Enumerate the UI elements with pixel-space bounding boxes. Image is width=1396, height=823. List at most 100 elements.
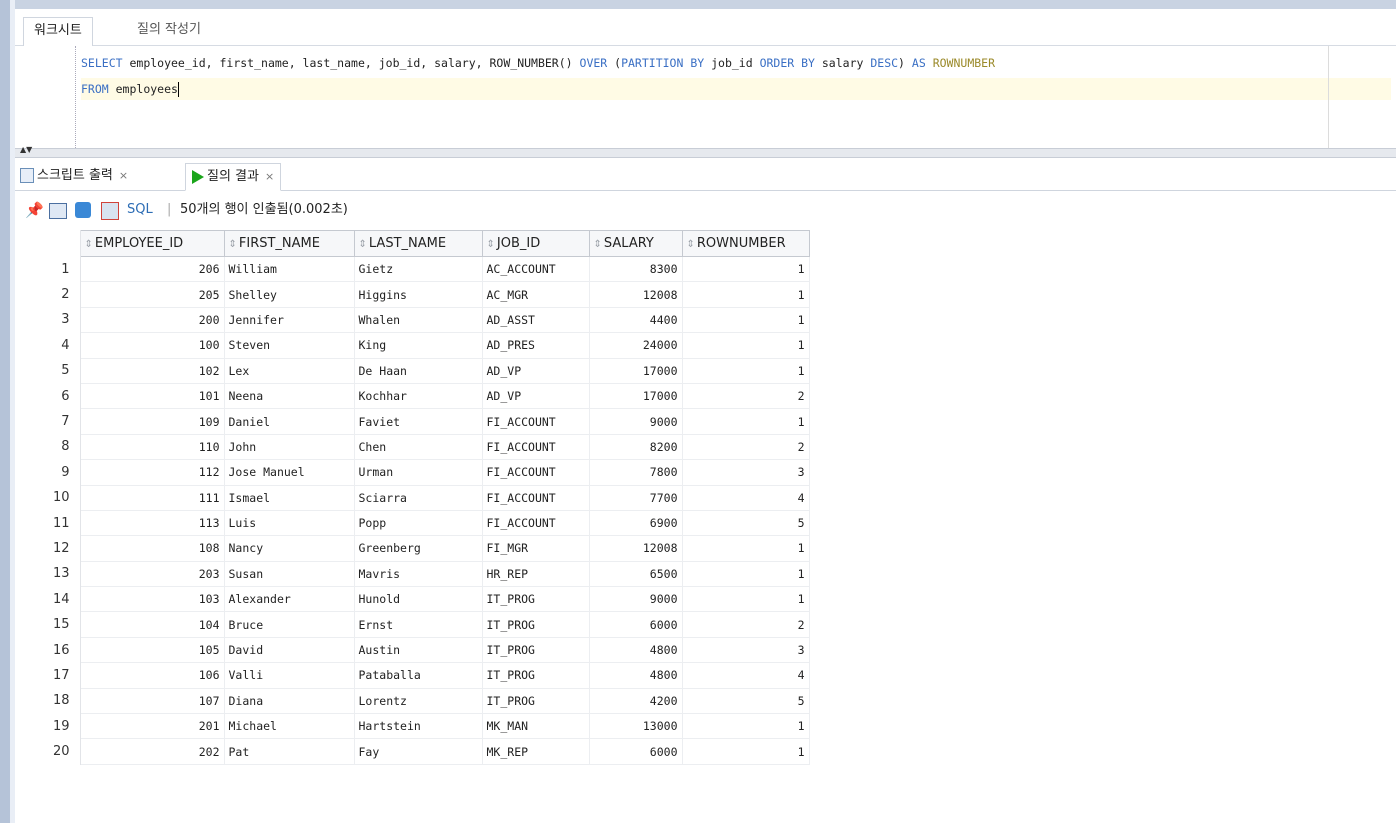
table-row[interactable]: 13 203 Susan Mavris HR_REP 6500 1 <box>15 561 810 588</box>
cell-first-name[interactable]: Jose Manuel <box>224 459 355 486</box>
cell-job-id[interactable]: AD_ASST <box>482 307 590 334</box>
sort-icon[interactable]: ⇕ <box>359 239 367 250</box>
tab-worksheet[interactable]: 워크시트 <box>23 17 93 46</box>
table-row[interactable]: 19 201 Michael Hartstein MK_MAN 13000 1 <box>15 713 810 740</box>
cell-employee-id[interactable]: 206 <box>80 256 225 283</box>
cell-rownumber[interactable]: 1 <box>682 561 810 588</box>
cell-employee-id[interactable]: 101 <box>80 383 225 410</box>
cell-last-name[interactable]: Higgins <box>354 281 483 308</box>
table-row[interactable]: 5 102 Lex De Haan AD_VP 17000 1 <box>15 358 810 384</box>
cell-last-name[interactable]: Chen <box>354 434 483 461</box>
cell-salary[interactable]: 8200 <box>589 434 683 461</box>
cell-rownumber[interactable]: 2 <box>682 383 810 410</box>
cell-salary[interactable]: 8300 <box>589 256 683 283</box>
cell-first-name[interactable]: Bruce <box>224 611 355 638</box>
cell-last-name[interactable]: Gietz <box>354 256 483 283</box>
cell-last-name[interactable]: Kochhar <box>354 383 483 410</box>
cell-salary[interactable]: 6000 <box>589 738 683 765</box>
cell-job-id[interactable]: FI_ACCOUNT <box>482 459 590 486</box>
cell-employee-id[interactable]: 100 <box>80 332 225 359</box>
editor-result-splitter[interactable] <box>15 148 1396 158</box>
cell-job-id[interactable]: AD_VP <box>482 358 590 384</box>
export-icon[interactable] <box>101 202 119 220</box>
cell-rownumber[interactable]: 1 <box>682 535 810 562</box>
cell-rownumber[interactable]: 1 <box>682 307 810 334</box>
cell-rownumber[interactable]: 1 <box>682 332 810 359</box>
cell-rownumber[interactable]: 4 <box>682 662 810 689</box>
cell-employee-id[interactable]: 202 <box>80 738 225 765</box>
table-row[interactable]: 17 106 Valli Pataballa IT_PROG 4800 4 <box>15 662 810 689</box>
cell-rownumber[interactable]: 1 <box>682 281 810 308</box>
column-header-salary[interactable]: ⇕ SALARY <box>588 230 683 257</box>
cell-employee-id[interactable]: 108 <box>80 535 225 562</box>
cell-last-name[interactable]: Mavris <box>354 561 483 588</box>
cell-salary[interactable]: 4200 <box>589 688 683 715</box>
cell-employee-id[interactable]: 105 <box>80 637 225 664</box>
tab-script-output[interactable]: 스크립트 출력 × <box>20 163 128 189</box>
cell-employee-id[interactable]: 102 <box>80 358 225 384</box>
sql-button[interactable]: SQL <box>127 200 153 220</box>
cell-job-id[interactable]: HR_REP <box>482 561 590 588</box>
cell-job-id[interactable]: AD_VP <box>482 383 590 410</box>
cell-employee-id[interactable]: 111 <box>80 485 225 511</box>
column-header-rownumber[interactable]: ⇕ ROWNUMBER <box>681 230 810 257</box>
table-row[interactable]: 16 105 David Austin IT_PROG 4800 3 <box>15 637 810 664</box>
cell-employee-id[interactable]: 113 <box>80 510 225 537</box>
cell-rownumber[interactable]: 1 <box>682 738 810 765</box>
cell-salary[interactable]: 7700 <box>589 485 683 511</box>
close-icon[interactable]: × <box>265 170 274 183</box>
cell-last-name[interactable]: Whalen <box>354 307 483 334</box>
cell-job-id[interactable]: FI_ACCOUNT <box>482 510 590 537</box>
cell-employee-id[interactable]: 109 <box>80 408 225 435</box>
cell-salary[interactable]: 17000 <box>589 358 683 384</box>
cell-rownumber[interactable]: 1 <box>682 586 810 613</box>
cell-rownumber[interactable]: 1 <box>682 256 810 283</box>
table-row[interactable]: 11 113 Luis Popp FI_ACCOUNT 6900 5 <box>15 510 810 537</box>
cell-rownumber[interactable]: 1 <box>682 408 810 435</box>
cell-job-id[interactable]: IT_PROG <box>482 586 590 613</box>
cell-rownumber[interactable]: 2 <box>682 434 810 461</box>
cell-first-name[interactable]: Lex <box>224 358 355 384</box>
cell-employee-id[interactable]: 103 <box>80 586 225 613</box>
cell-rownumber[interactable]: 1 <box>682 713 810 740</box>
cell-salary[interactable]: 6000 <box>589 611 683 638</box>
cell-first-name[interactable]: Neena <box>224 383 355 410</box>
cell-first-name[interactable]: Diana <box>224 688 355 715</box>
cell-rownumber[interactable]: 5 <box>682 688 810 715</box>
table-row[interactable]: 20 202 Pat Fay MK_REP 6000 1 <box>15 738 810 765</box>
cell-last-name[interactable]: Faviet <box>354 408 483 435</box>
table-row[interactable]: 2 205 Shelley Higgins AC_MGR 12008 1 <box>15 281 810 308</box>
cell-salary[interactable]: 4800 <box>589 662 683 689</box>
cell-employee-id[interactable]: 203 <box>80 561 225 588</box>
cell-employee-id[interactable]: 106 <box>80 662 225 689</box>
cell-employee-id[interactable]: 201 <box>80 713 225 740</box>
cell-last-name[interactable]: Lorentz <box>354 688 483 715</box>
cell-rownumber[interactable]: 5 <box>682 510 810 537</box>
cell-last-name[interactable]: De Haan <box>354 358 483 384</box>
cell-last-name[interactable]: Ernst <box>354 611 483 638</box>
cell-employee-id[interactable]: 112 <box>80 459 225 486</box>
column-header-last-name[interactable]: ⇕ LAST_NAME <box>353 230 483 257</box>
cell-job-id[interactable]: FI_ACCOUNT <box>482 434 590 461</box>
cell-last-name[interactable]: Austin <box>354 637 483 664</box>
cell-salary[interactable]: 4800 <box>589 637 683 664</box>
cell-first-name[interactable]: Daniel <box>224 408 355 435</box>
cell-first-name[interactable]: Ismael <box>224 485 355 511</box>
cell-salary[interactable]: 12008 <box>589 281 683 308</box>
cell-salary[interactable]: 9000 <box>589 408 683 435</box>
sort-icon[interactable]: ⇕ <box>487 239 495 250</box>
cell-salary[interactable]: 6500 <box>589 561 683 588</box>
cell-last-name[interactable]: Popp <box>354 510 483 537</box>
table-row[interactable]: 15 104 Bruce Ernst IT_PROG 6000 2 <box>15 611 810 638</box>
cell-salary[interactable]: 4400 <box>589 307 683 334</box>
cell-first-name[interactable]: Nancy <box>224 535 355 562</box>
cell-job-id[interactable]: MK_MAN <box>482 713 590 740</box>
print-icon[interactable] <box>49 203 67 219</box>
cell-employee-id[interactable]: 205 <box>80 281 225 308</box>
cell-rownumber[interactable]: 2 <box>682 611 810 638</box>
column-header-job-id[interactable]: ⇕ JOB_ID <box>481 230 590 257</box>
refresh-icon[interactable] <box>75 202 91 218</box>
table-row[interactable]: 10 111 Ismael Sciarra FI_ACCOUNT 7700 4 <box>15 485 810 511</box>
column-header-first-name[interactable]: ⇕ FIRST_NAME <box>223 230 355 257</box>
table-row[interactable]: 4 100 Steven King AD_PRES 24000 1 <box>15 332 810 359</box>
